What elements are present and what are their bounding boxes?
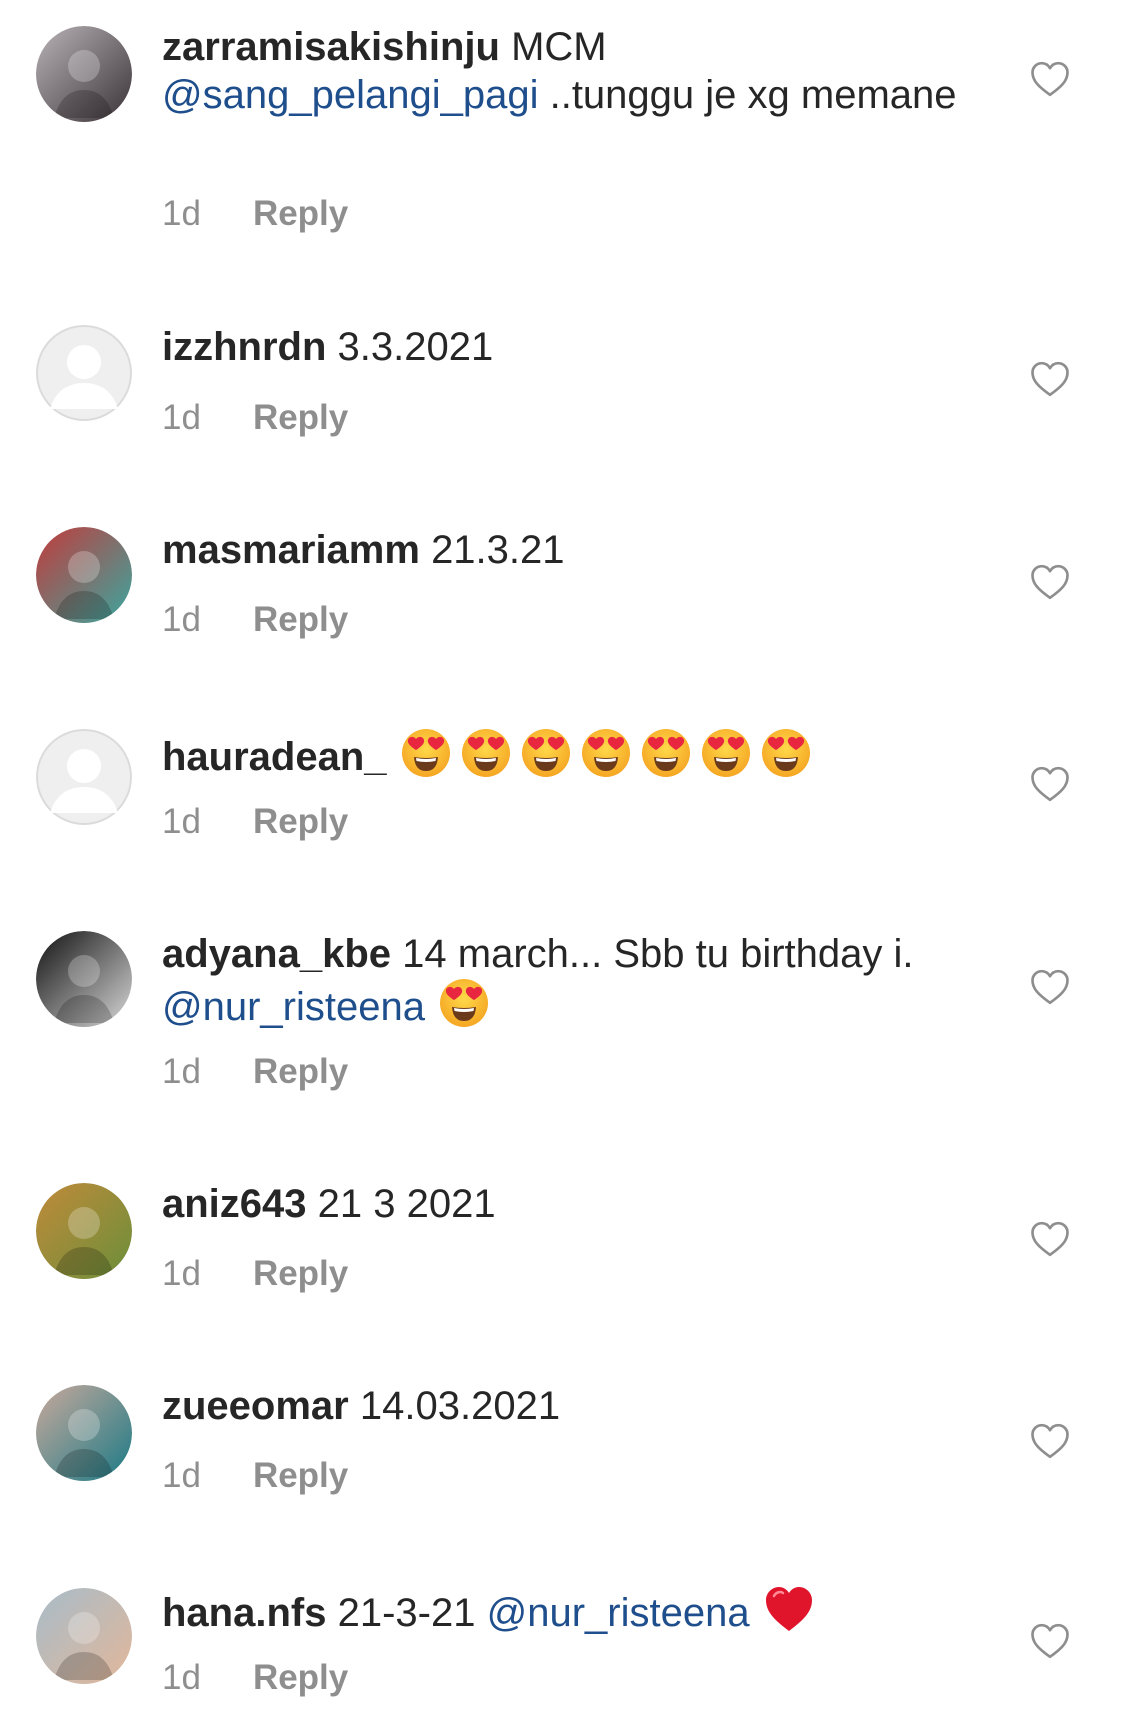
avatar[interactable] [36, 931, 132, 1027]
like-heart-icon[interactable] [1030, 360, 1070, 398]
comments-list: zarramisakishinju MCM @sang_pelangi_pagi… [0, 0, 1125, 1712]
reply-button[interactable]: Reply [253, 398, 348, 437]
comment-text: masmariamm 21.3.21 [162, 526, 962, 574]
avatar[interactable] [36, 527, 132, 623]
heart-eyes-emoji [461, 728, 511, 778]
heart-eyes-emoji [701, 728, 751, 778]
comment-text: zarramisakishinju MCM @sang_pelangi_pagi… [162, 23, 962, 119]
red-heart-emoji [764, 1584, 814, 1634]
reply-button[interactable]: Reply [253, 194, 348, 233]
timestamp: 1d [162, 1658, 201, 1697]
like-heart-icon[interactable] [1030, 1422, 1070, 1460]
emoji-row [750, 1587, 824, 1635]
username[interactable]: masmariamm [162, 528, 420, 572]
like-heart-icon[interactable] [1030, 60, 1070, 98]
avatar[interactable] [36, 1183, 132, 1279]
comment-body-continued: ..tunggu je xg memane [549, 73, 957, 117]
photo-avatar [36, 1385, 132, 1481]
avatar[interactable] [36, 1385, 132, 1481]
reply-button[interactable]: Reply [253, 1456, 348, 1495]
reply-button[interactable]: Reply [253, 1658, 348, 1697]
avatar[interactable] [36, 1588, 132, 1684]
heart-outline-icon [1031, 1221, 1069, 1257]
comment-text: zueeomar 14.03.2021 [162, 1382, 962, 1430]
default-avatar-icon [36, 325, 132, 421]
timestamp: 1d [162, 802, 201, 841]
like-heart-icon[interactable] [1030, 968, 1070, 1006]
comment-body: 21.3.21 [431, 528, 565, 572]
timestamp: 1d [162, 398, 201, 437]
comment-body: 21-3-21 [337, 1591, 476, 1635]
heart-outline-icon [1031, 1623, 1069, 1659]
comment-meta: 1d Reply [162, 1456, 348, 1496]
heart-eyes-emoji [439, 978, 489, 1028]
username[interactable]: zarramisakishinju [162, 25, 500, 69]
timestamp: 1d [162, 1052, 201, 1091]
comment-meta: 1d Reply [162, 600, 348, 640]
comment-text: hauradean_ [162, 728, 962, 781]
emoji-row [425, 979, 499, 1029]
heart-eyes-emoji [641, 728, 691, 778]
comment-meta: 1d Reply [162, 802, 348, 842]
heart-eyes-emoji [581, 728, 631, 778]
photo-avatar [36, 1183, 132, 1279]
mention-link[interactable]: @sang_pelangi_pagi [162, 73, 538, 117]
comment-body: 21 3 2021 [317, 1182, 496, 1226]
timestamp: 1d [162, 1456, 201, 1495]
comment-meta: 1d Reply [162, 1254, 348, 1294]
reply-button[interactable]: Reply [253, 1052, 348, 1091]
heart-eyes-emoji [521, 728, 571, 778]
username[interactable]: hana.nfs [162, 1591, 326, 1635]
emoji-row [387, 729, 821, 779]
comment-meta: 1d Reply [162, 194, 348, 234]
username[interactable]: aniz643 [162, 1182, 307, 1226]
photo-avatar [36, 527, 132, 623]
heart-outline-icon [1031, 969, 1069, 1005]
heart-outline-icon [1031, 361, 1069, 397]
comment-body: 3.3.2021 [337, 325, 494, 369]
reply-button[interactable]: Reply [253, 802, 348, 841]
like-heart-icon[interactable] [1030, 1220, 1070, 1258]
default-avatar-icon [36, 729, 132, 825]
comment-text: aniz643 21 3 2021 [162, 1180, 962, 1228]
username[interactable]: adyana_kbe [162, 932, 391, 976]
comment-body: 14 march... Sbb tu birthday i. [402, 932, 914, 976]
username[interactable]: izzhnrdn [162, 325, 326, 369]
comment-text: izzhnrdn 3.3.2021 [162, 323, 962, 371]
photo-avatar [36, 931, 132, 1027]
reply-button[interactable]: Reply [253, 600, 348, 639]
like-heart-icon[interactable] [1030, 765, 1070, 803]
like-heart-icon[interactable] [1030, 1622, 1070, 1660]
photo-avatar [36, 26, 132, 122]
heart-outline-icon [1031, 766, 1069, 802]
heart-eyes-emoji [761, 728, 811, 778]
username[interactable]: zueeomar [162, 1384, 349, 1428]
photo-avatar [36, 1588, 132, 1684]
comment-text: adyana_kbe 14 march... Sbb tu birthday i… [162, 930, 962, 1031]
reply-button[interactable]: Reply [253, 1254, 348, 1293]
heart-eyes-emoji [401, 728, 451, 778]
avatar[interactable] [36, 26, 132, 122]
timestamp: 1d [162, 194, 201, 233]
comment-text: hana.nfs 21-3-21 @nur_risteena [162, 1584, 962, 1637]
comment-meta: 1d Reply [162, 398, 348, 438]
mention-link[interactable]: @nur_risteena [162, 985, 425, 1029]
comment-body: MCM [511, 25, 607, 69]
mention-link[interactable]: @nur_risteena [487, 1591, 750, 1635]
heart-outline-icon [1031, 1423, 1069, 1459]
comment-body: 14.03.2021 [359, 1384, 561, 1428]
comment-meta: 1d Reply [162, 1658, 348, 1698]
timestamp: 1d [162, 600, 201, 639]
default-avatar[interactable] [36, 325, 132, 421]
timestamp: 1d [162, 1254, 201, 1293]
like-heart-icon[interactable] [1030, 563, 1070, 601]
username[interactable]: hauradean_ [162, 735, 387, 779]
default-avatar[interactable] [36, 729, 132, 825]
heart-outline-icon [1031, 61, 1069, 97]
comment-meta: 1d Reply [162, 1052, 348, 1092]
heart-outline-icon [1031, 564, 1069, 600]
